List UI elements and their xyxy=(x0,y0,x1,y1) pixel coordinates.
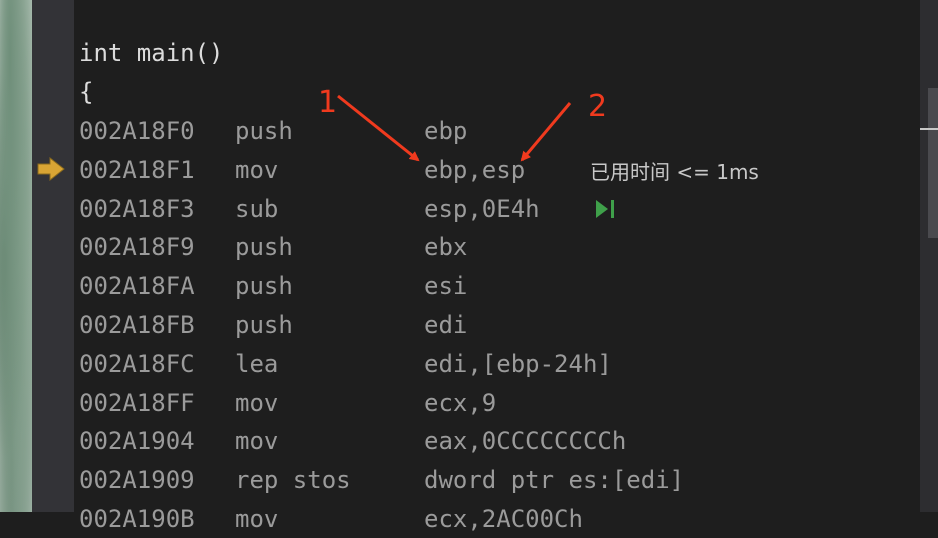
disasm-operands: ebx xyxy=(424,233,468,262)
disasm-operands: dword ptr es:[edi] xyxy=(424,466,685,495)
disasm-address: 002A18F9 xyxy=(79,233,195,262)
disasm-mnemonic: mov xyxy=(235,427,279,456)
disasm-operands: esp,0E4h xyxy=(424,194,540,223)
disasm-mnemonic: push xyxy=(235,233,293,262)
disasm-address: 002A18FB xyxy=(79,311,195,339)
disasm-mnemonic: mov xyxy=(235,155,279,184)
instruction-pointer-arrow-icon[interactable] xyxy=(37,157,65,181)
disasm-mnemonic: sub xyxy=(235,194,279,223)
disasm-address: 002A18F1 xyxy=(79,155,195,184)
disasm-operands: ebp xyxy=(424,117,468,145)
disasm-mnemonic: mov xyxy=(235,388,279,417)
annotation-label-2: 2 xyxy=(588,89,608,124)
scrollbar-thumb[interactable] xyxy=(928,88,938,238)
source-line-signature: int main() xyxy=(79,39,224,67)
desktop-background xyxy=(0,0,32,512)
disasm-operands: ecx,9 xyxy=(424,388,497,417)
disasm-operands: eax,0CCCCCCCCh xyxy=(424,427,627,456)
disasm-mnemonic: rep stos xyxy=(235,466,351,495)
glyph-margin[interactable] xyxy=(32,0,74,512)
disasm-mnemonic: lea xyxy=(235,349,279,378)
disasm-operands: ecx,2AC00Ch xyxy=(424,505,583,533)
disasm-address: 002A190B xyxy=(79,505,195,533)
vertical-scrollbar[interactable] xyxy=(920,0,938,512)
disasm-address: 002A1909 xyxy=(79,466,195,495)
disasm-address: 002A18F3 xyxy=(79,194,195,223)
disasm-mnemonic: push xyxy=(235,311,293,339)
run-to-cursor-icon[interactable] xyxy=(594,198,620,220)
disasm-operands: edi,[ebp-24h] xyxy=(424,349,612,378)
disasm-address: 002A1904 xyxy=(79,427,195,456)
perf-tip: 已用时间 <= 1ms xyxy=(590,160,759,184)
disasm-address: 002A18FA xyxy=(79,272,195,301)
disasm-address: 002A18FC xyxy=(79,349,195,378)
disasm-mnemonic: mov xyxy=(235,505,279,533)
disasm-mnemonic: push xyxy=(235,272,293,301)
scrollbar-position-marker xyxy=(920,128,938,130)
disasm-address: 002A18FF xyxy=(79,388,195,417)
annotation-label-1: 1 xyxy=(318,85,338,120)
disasm-operands: ebp,esp xyxy=(424,155,526,184)
source-line-open-brace: { xyxy=(79,78,94,106)
disasm-operands: esi xyxy=(424,272,468,301)
disasm-mnemonic: push xyxy=(235,117,293,145)
disasm-address: 002A18F0 xyxy=(79,117,195,145)
disasm-operands: edi xyxy=(424,311,468,339)
